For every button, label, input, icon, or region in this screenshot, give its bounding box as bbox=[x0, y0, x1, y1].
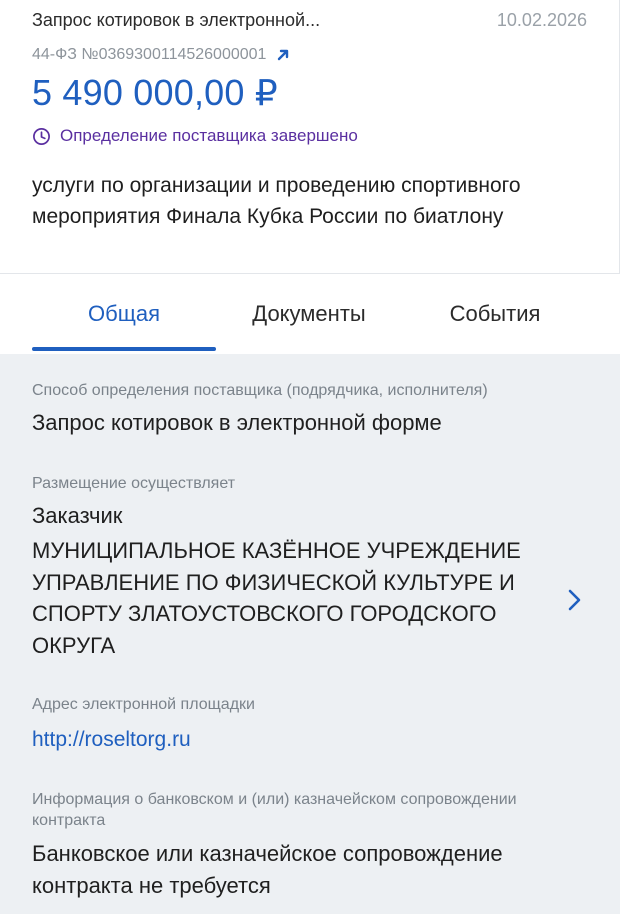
method-value: Запрос котировок в электронной форме bbox=[32, 410, 442, 435]
status-badge: Определение поставщика завершено bbox=[32, 126, 358, 146]
tab-bar: Общая Документы События bbox=[0, 274, 620, 354]
platform-link[interactable]: http://roseltorg.ru bbox=[32, 728, 191, 752]
placement-label: Размещение осуществляет bbox=[32, 475, 236, 492]
method-label: Способ определения поставщика (подрядчик… bbox=[32, 382, 488, 399]
tab-documents[interactable]: Документы bbox=[216, 274, 402, 354]
purchase-description: услуги по организации и проведению спорт… bbox=[32, 174, 521, 228]
placement-role: Заказчик bbox=[32, 503, 123, 528]
tab-general[interactable]: Общая bbox=[32, 274, 216, 354]
placement-organization[interactable]: МУНИЦИПАЛЬНОЕ КАЗЁННОЕ УЧРЕЖДЕНИЕ УПРАВЛ… bbox=[32, 535, 552, 661]
tab-active-indicator bbox=[32, 347, 216, 351]
status-text: Определение поставщика завершено bbox=[60, 126, 358, 145]
purchase-price: 5 490 000,00 ₽ bbox=[32, 72, 278, 113]
purchase-number: 44-ФЗ №0369300114526000001 bbox=[32, 46, 267, 63]
bank-support-label: Информация о банковском и (или) казначей… bbox=[32, 791, 517, 829]
tab-events[interactable]: События bbox=[402, 274, 588, 354]
purchase-date: 10.02.2026 bbox=[496, 10, 587, 30]
purchase-number-link[interactable]: 44-ФЗ №0369300114526000001 bbox=[32, 46, 290, 64]
chevron-right-icon[interactable] bbox=[564, 586, 584, 614]
bank-support-value: Банковское или казначейское сопровождени… bbox=[32, 841, 503, 898]
arrow-up-right-icon[interactable] bbox=[276, 48, 290, 62]
purchase-title: Запрос котировок в электронной... bbox=[32, 10, 321, 30]
address-label: Адрес электронной площадки bbox=[32, 696, 255, 713]
clock-icon bbox=[33, 127, 50, 145]
purchase-card[interactable]: Запрос котировок в электронной... 10.02.… bbox=[0, 0, 620, 274]
